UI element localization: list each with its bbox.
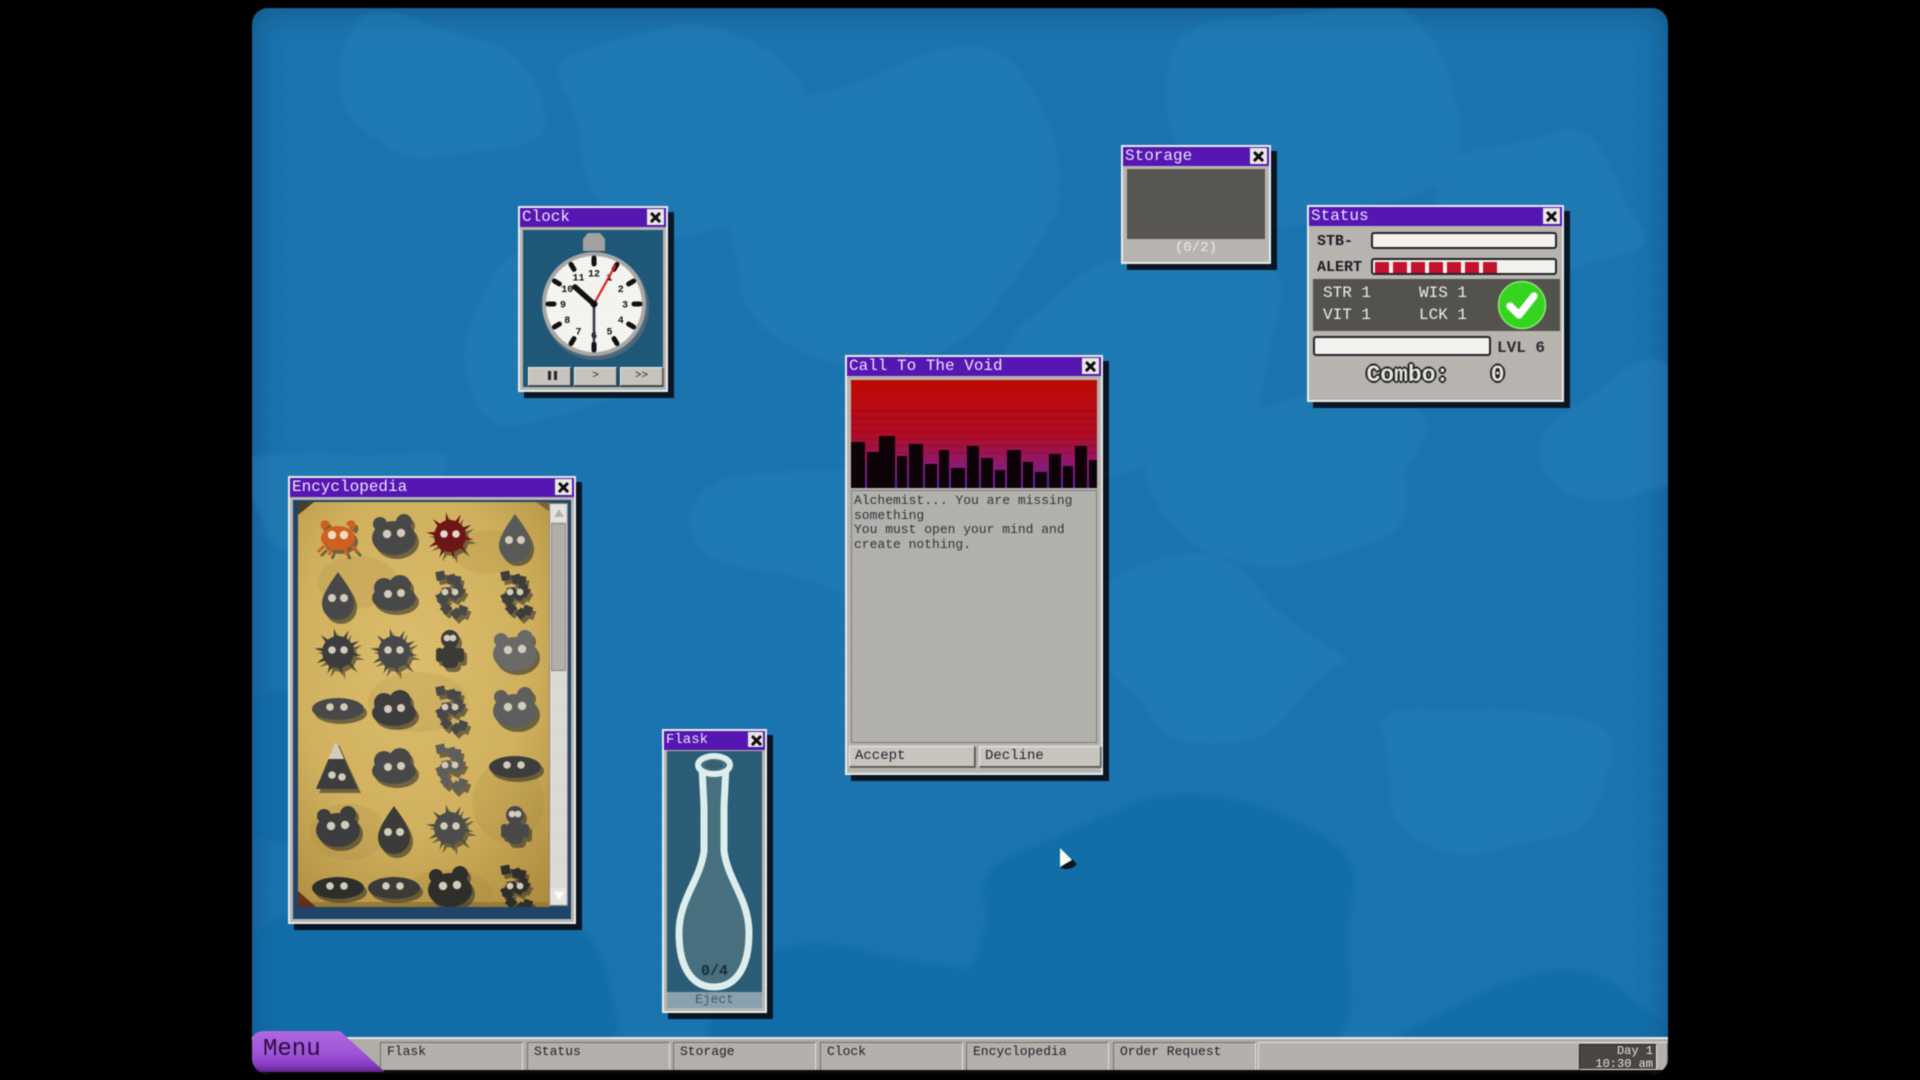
svg-text:12: 12 <box>588 270 600 281</box>
svg-text:3: 3 <box>622 301 628 312</box>
svg-text:7: 7 <box>575 327 581 338</box>
svg-text:5: 5 <box>606 327 612 338</box>
svg-text:10: 10 <box>561 285 573 296</box>
svg-text:2: 2 <box>618 285 624 296</box>
svg-text:4: 4 <box>618 316 624 327</box>
svg-text:8: 8 <box>564 316 570 327</box>
svg-text:9: 9 <box>560 301 566 312</box>
svg-text:11: 11 <box>572 274 584 285</box>
